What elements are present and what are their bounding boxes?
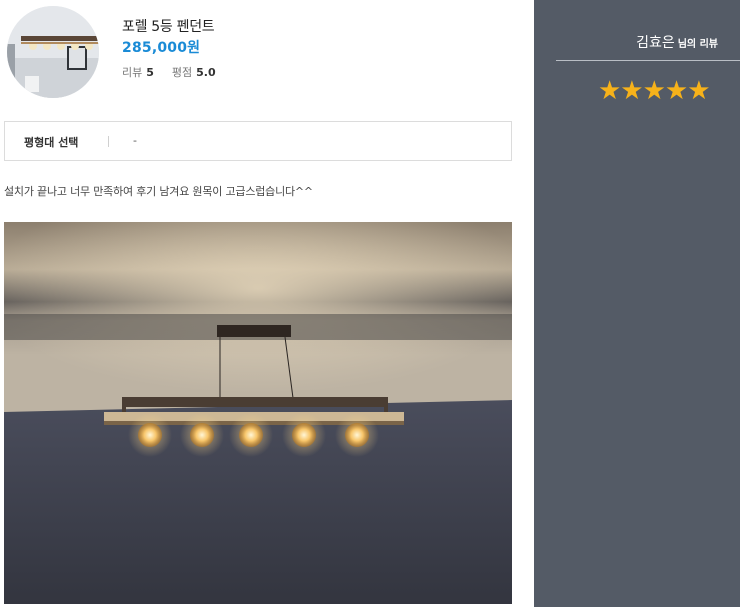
option-value: - xyxy=(133,134,137,147)
review-photo[interactable] xyxy=(4,222,512,604)
option-selection: 평형대 선택 - xyxy=(4,121,512,161)
reviewer-heading: 김효은 님의 리뷰 xyxy=(636,32,718,52)
review-meta: 리뷰 5 평점 5.0 xyxy=(122,64,216,80)
reviewer-sidebar: 김효은 님의 리뷰 ★★★★★ xyxy=(534,0,740,607)
product-price: 285,000원 xyxy=(122,40,201,56)
sidebar-divider xyxy=(556,60,740,61)
product-name[interactable]: 포렐 5등 펜던트 xyxy=(122,16,215,36)
product-thumbnail[interactable] xyxy=(7,6,99,98)
reviewer-suffix: 님의 리뷰 xyxy=(677,39,718,50)
review-count: 5 xyxy=(146,66,154,79)
reviewer-name: 김효은 xyxy=(636,35,675,51)
option-divider xyxy=(108,136,109,147)
rating-label: 평점 xyxy=(171,66,193,79)
review-detail-panel: 포렐 5등 펜던트 285,000원 리뷰 5 평점 5.0 평형대 선택 - 설치가… xyxy=(0,0,520,607)
product-thumbnail-image xyxy=(7,6,99,98)
star-rating: ★★★★★ xyxy=(598,76,711,106)
review-text: 설치가 끝나고 너무 만족하여 후기 남겨요 원목이 고급스럽습니다^^ xyxy=(4,185,313,198)
review-count-label: 리뷰 xyxy=(122,66,143,79)
pendant-light-photo xyxy=(4,222,512,604)
rating-value: 5.0 xyxy=(196,66,216,79)
option-label: 평형대 선택 xyxy=(24,136,79,149)
